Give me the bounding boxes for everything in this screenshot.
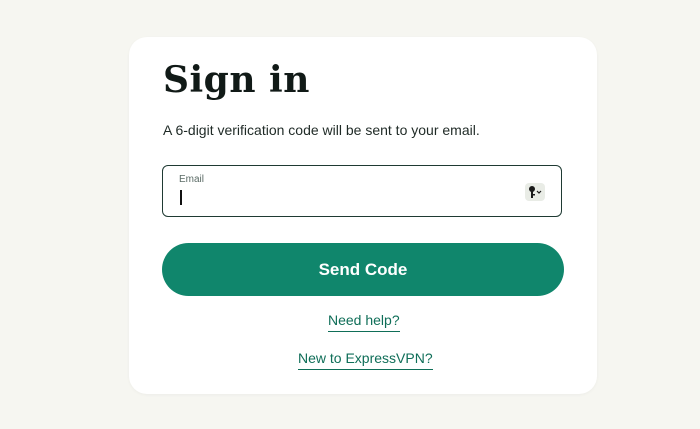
page-title: Sign in (163, 59, 310, 101)
email-label: Email (179, 174, 205, 185)
need-help-link[interactable]: Need help? (328, 312, 400, 332)
signin-subtitle: A 6-digit verification code will be sent… (163, 122, 480, 138)
send-code-button[interactable]: Send Code (162, 243, 564, 296)
key-dropdown-icon[interactable] (525, 183, 545, 201)
text-caret (180, 190, 182, 205)
email-input[interactable] (178, 188, 508, 210)
email-field[interactable]: Email (162, 165, 562, 217)
new-to-expressvpn-link[interactable]: New to ExpressVPN? (298, 350, 433, 370)
signin-card: Sign in A 6-digit verification code will… (129, 37, 597, 394)
